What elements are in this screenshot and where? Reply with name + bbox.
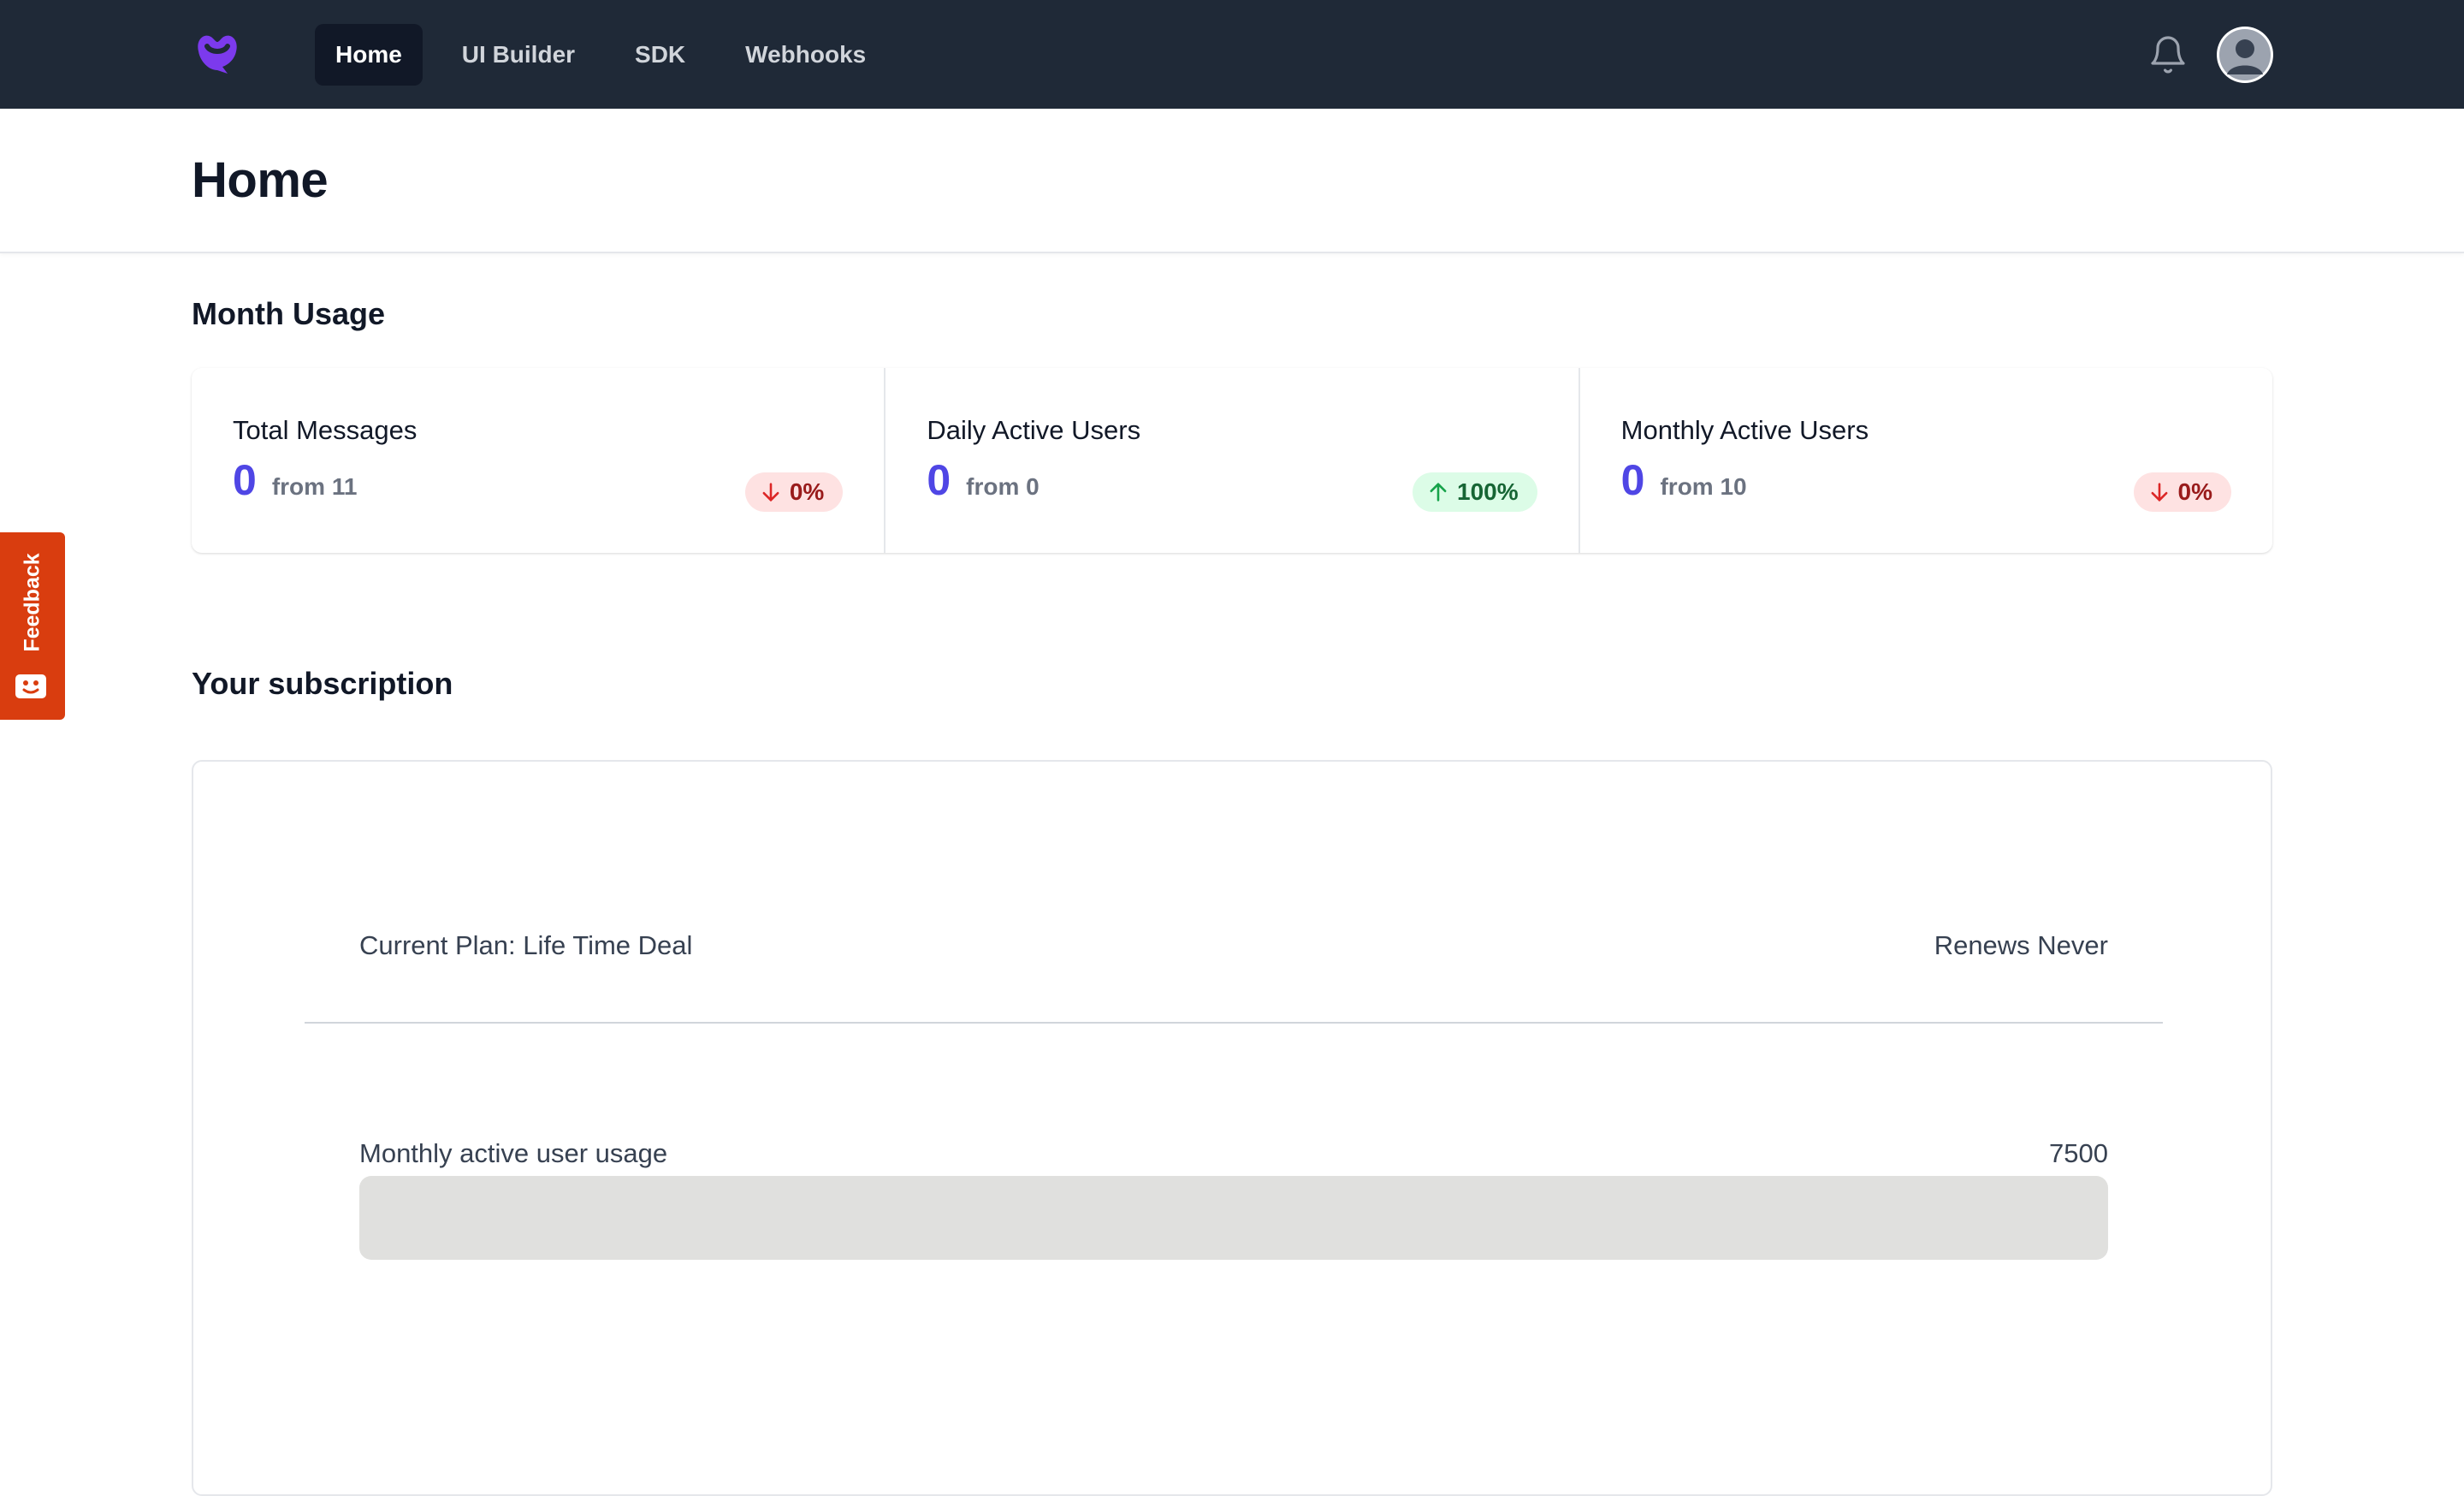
stat-card-daily-active-users: Daily Active Users 0 from 0 100%: [884, 368, 1578, 553]
arrow-up-icon: [1430, 483, 1447, 502]
main-nav-tabs: Home UI Builder SDK Webhooks: [315, 24, 886, 86]
stat-previous: from 0: [966, 473, 1040, 500]
chat-face-icon: [15, 674, 46, 698]
subscription-title: Your subscription: [192, 666, 453, 701]
arrow-down-icon: [762, 483, 779, 502]
renewal-status: Renews Never: [1934, 930, 2108, 960]
change-badge: 0%: [744, 472, 844, 512]
change-badge: 100%: [1413, 472, 1537, 512]
stat-label: Total Messages: [233, 415, 418, 445]
nav-tab-sdk[interactable]: SDK: [614, 24, 706, 86]
divider: [305, 1022, 2163, 1024]
nav-tab-webhooks[interactable]: Webhooks: [725, 24, 886, 86]
usage-limit: 7500: [2049, 1138, 2108, 1168]
stat-card-total-messages: Total Messages 0 from 11 0%: [192, 368, 884, 553]
brand-logo-icon[interactable]: [190, 26, 245, 80]
feedback-label: Feedback: [20, 553, 44, 652]
stat-value-row: 0 from 11: [233, 459, 357, 502]
change-value: 0%: [789, 478, 825, 505]
top-navbar: Home UI Builder SDK Webhooks: [0, 0, 2464, 109]
page-header: Home: [0, 109, 2464, 253]
stat-value-row: 0 from 10: [1621, 459, 1747, 502]
usage-stats: Total Messages 0 from 11 0% Daily Active…: [192, 368, 2272, 553]
stat-previous: from 11: [271, 473, 358, 500]
change-value: 0%: [2177, 478, 2212, 505]
feedback-button[interactable]: Feedback: [0, 532, 65, 720]
stat-value: 0: [233, 456, 257, 504]
usage-progress-bar: [359, 1176, 2108, 1260]
change-value: 100%: [1457, 478, 1519, 505]
nav-tab-home[interactable]: Home: [315, 24, 423, 86]
stat-previous: from 10: [1660, 473, 1747, 500]
bell-icon[interactable]: [2147, 34, 2189, 75]
stat-label: Monthly Active Users: [1620, 415, 1869, 445]
subscription-card: Current Plan: Life Time Deal Renews Neve…: [192, 760, 2272, 1496]
change-badge: 0%: [2133, 472, 2231, 512]
stat-value: 0: [1620, 456, 1645, 504]
usage-label: Monthly active user usage: [359, 1138, 668, 1168]
stat-value-row: 0 from 0: [927, 459, 1039, 502]
stat-value: 0: [927, 456, 951, 504]
stat-label: Daily Active Users: [927, 415, 1141, 445]
nav-tab-ui-builder[interactable]: UI Builder: [441, 24, 595, 86]
page-title: Home: [192, 152, 329, 208]
current-plan: Current Plan: Life Time Deal: [359, 930, 693, 960]
user-avatar[interactable]: [2217, 27, 2273, 83]
month-usage-title: Month Usage: [192, 296, 386, 331]
plan-row: Current Plan: Life Time Deal Renews Neve…: [359, 930, 2108, 961]
arrow-down-icon: [2151, 483, 2167, 502]
user-avatar-icon: [2219, 29, 2271, 80]
stat-card-monthly-active-users: Monthly Active Users 0 from 10 0%: [1578, 368, 2272, 553]
usage-row: Monthly active user usage 7500: [359, 1138, 2108, 1169]
